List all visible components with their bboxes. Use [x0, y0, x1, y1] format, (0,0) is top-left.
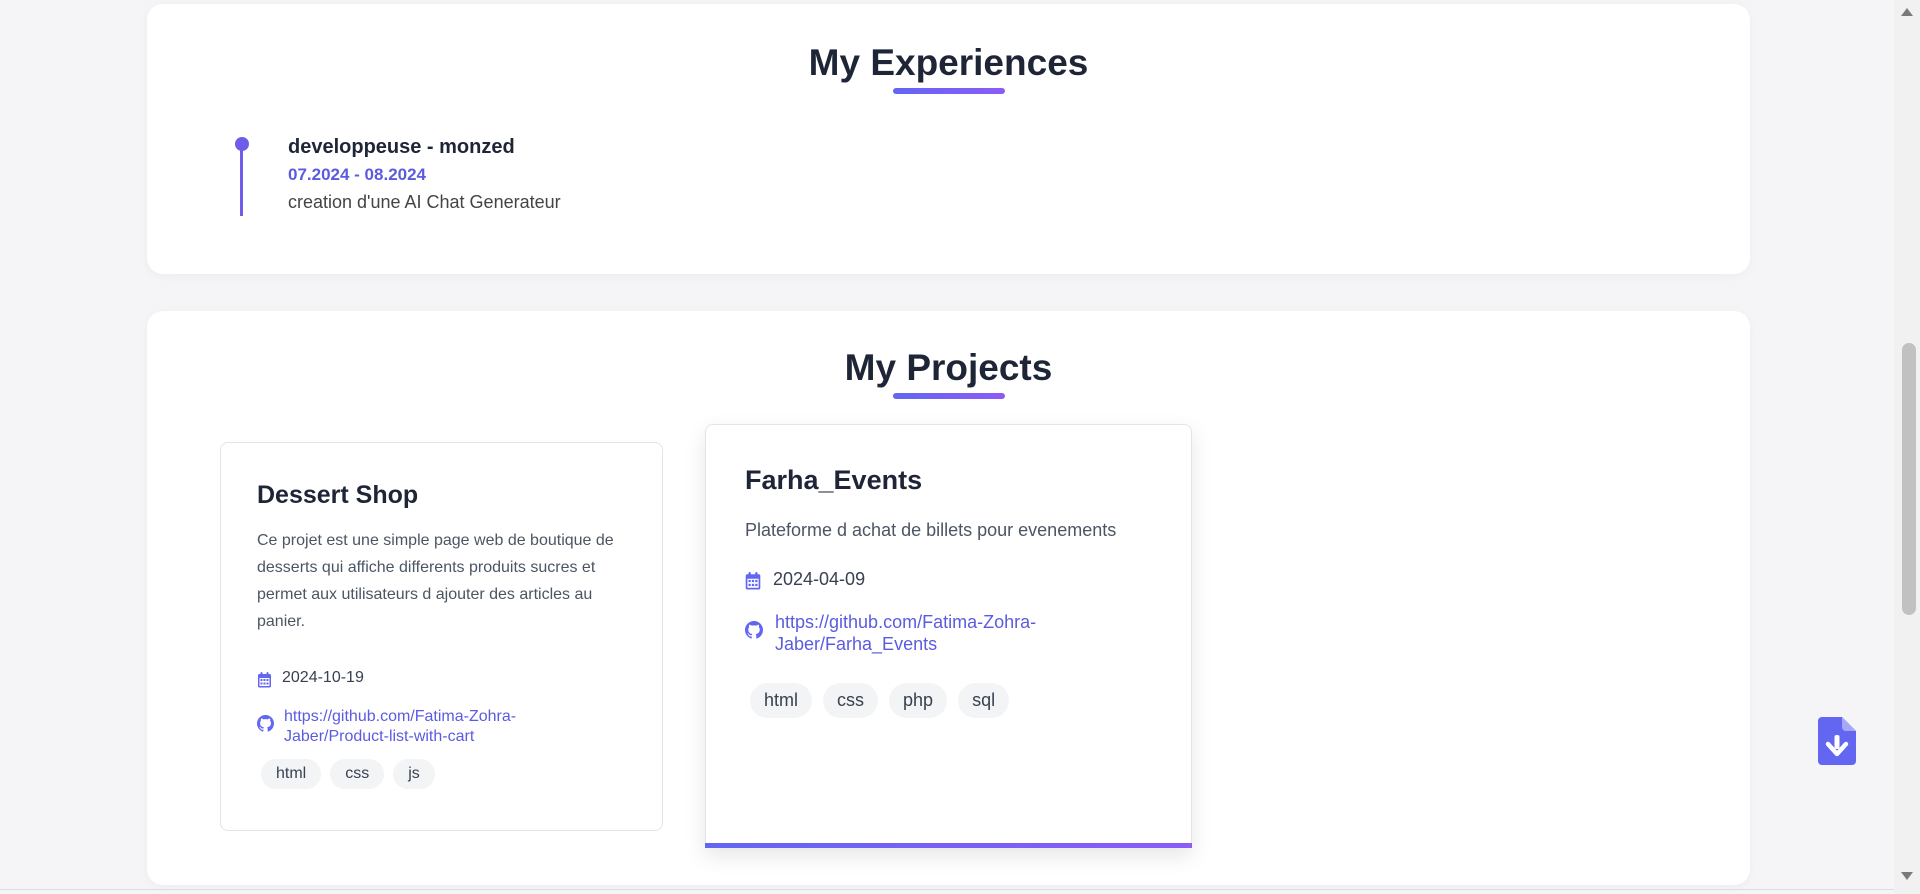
project-link-line: Jaber/Product-list-with-cart [284, 728, 475, 745]
project-title: Dessert Shop [257, 481, 419, 509]
project-date: 2024-04-09 [773, 569, 866, 589]
page: My Experiences developpeuse - monzed 07.… [0, 0, 1920, 894]
experience-dates: 07.2024 - 08.2024 [288, 165, 427, 184]
project-tag: css [330, 759, 385, 789]
experience-description: creation d'une AI Chat Generateur [288, 192, 561, 212]
project-tag: sql [958, 683, 1010, 718]
project-github-link[interactable]: https://github.com/Fatima-Zohra- Jaber/P… [284, 707, 516, 747]
project-link-line: https://github.com/Fatima-Zohra- [284, 708, 517, 725]
project-description: Plateforme d achat de billets pour evene… [745, 520, 1117, 540]
download-cv-button[interactable] [1818, 717, 1856, 765]
github-icon [745, 621, 763, 639]
projects-title: My Projects [844, 347, 1053, 388]
project-card-farha-events[interactable]: Farha_Events Plateforme d achat de bille… [705, 424, 1192, 848]
project-github-link[interactable]: https://github.com/Fatima-Zohra- Jaber/F… [775, 611, 1036, 655]
file-download-icon [1818, 717, 1856, 765]
projects-title-underline [893, 393, 1005, 399]
project-tag: js [393, 759, 435, 789]
project-tag: html [261, 759, 322, 789]
project-date: 2024-10-19 [282, 669, 364, 686]
scroll-down-arrow-icon[interactable] [1901, 872, 1913, 880]
project-link-line: Jaber/Farha_Events [775, 634, 938, 654]
timeline-line [240, 144, 243, 216]
project-description: Ce projet est une simple page web de bou… [257, 532, 614, 630]
experiences-title-underline [893, 88, 1005, 94]
project-date-row: 2024-10-19 [257, 669, 364, 688]
project-tag: css [823, 683, 879, 718]
projects-section: My Projects Dessert Shop Ce projet est u… [147, 311, 1750, 885]
scroll-up-arrow-icon[interactable] [1901, 8, 1913, 16]
calendar-icon [258, 672, 271, 688]
scrollbar-thumb[interactable] [1902, 343, 1916, 615]
card-accent-bar [705, 843, 1192, 848]
project-card-dessert-shop[interactable]: Dessert Shop Ce projet est une simple pa… [220, 442, 663, 831]
scrollbar-track[interactable] [1894, 0, 1920, 894]
experiences-section: My Experiences developpeuse - monzed 07.… [147, 4, 1750, 274]
github-icon [257, 715, 274, 732]
project-date-row: 2024-04-09 [745, 569, 865, 590]
project-link-row: https://github.com/Fatima-Zohra- Jaber/P… [257, 707, 516, 747]
project-tag: html [750, 683, 813, 718]
project-link-row: https://github.com/Fatima-Zohra- Jaber/F… [745, 611, 1036, 655]
project-tags: html css php sql [750, 683, 1010, 718]
project-tags: html css js [261, 759, 435, 789]
calendar-icon [745, 572, 761, 590]
project-tag: php [889, 683, 948, 718]
project-title: Farha_Events [745, 465, 923, 495]
experiences-title: My Experiences [808, 42, 1089, 83]
experience-role: developpeuse - monzed [288, 136, 515, 158]
page-bottom-border [0, 889, 1894, 890]
project-link-line: https://github.com/Fatima-Zohra- [775, 612, 1037, 632]
